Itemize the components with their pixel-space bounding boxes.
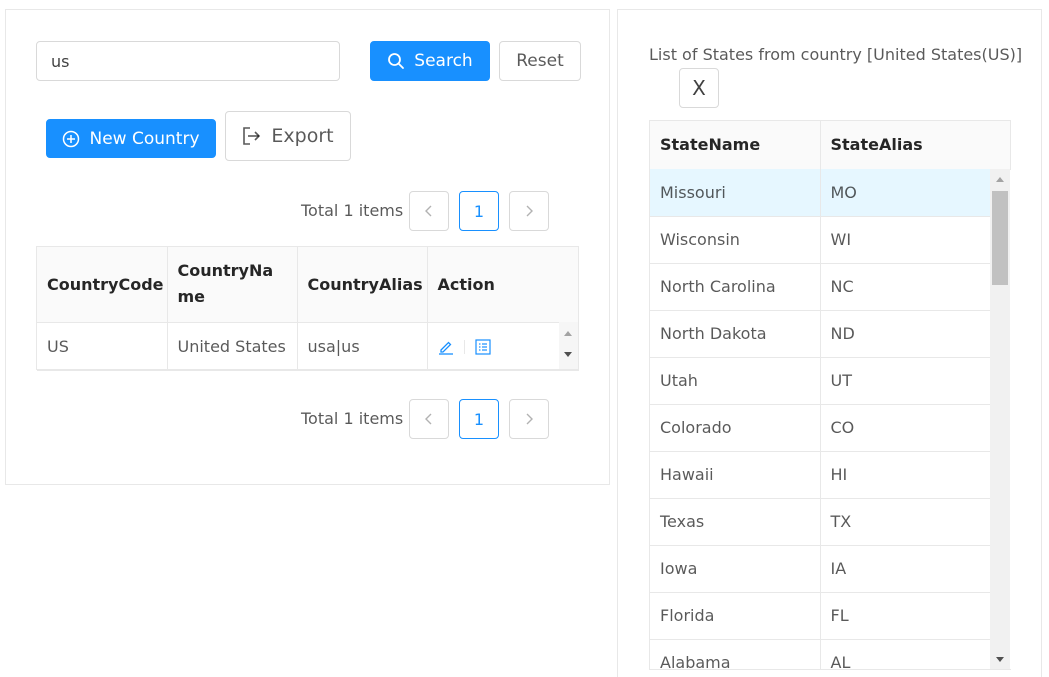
- table-row[interactable]: Alabama AL: [650, 639, 990, 669]
- export-button[interactable]: Export: [225, 111, 351, 161]
- cell-state-alias: AL: [820, 639, 990, 669]
- header-action: Action: [427, 247, 579, 323]
- cell-state-name: Colorado: [650, 404, 821, 452]
- chevron-right-icon: [526, 413, 533, 425]
- export-button-label: Export: [271, 125, 334, 147]
- search-icon: [388, 53, 405, 69]
- cell-action: [427, 322, 579, 371]
- pagination-next-bottom[interactable]: [509, 399, 549, 439]
- export-icon: [243, 127, 261, 145]
- table-row[interactable]: Iowa IA: [650, 545, 990, 593]
- scroll-up-icon[interactable]: [564, 331, 572, 336]
- cell-state-name: Alabama: [650, 639, 821, 669]
- reset-button-label: Reset: [516, 51, 564, 71]
- pagination-total-bottom: Total 1 items: [301, 409, 404, 428]
- cell-state-alias: ND: [820, 310, 990, 358]
- cell-state-name: Texas: [650, 498, 821, 546]
- cell-country-name: United States: [167, 322, 298, 371]
- chevron-left-icon: [425, 413, 432, 425]
- header-country-alias: CountryAlias: [297, 247, 428, 323]
- chevron-left-icon: [425, 205, 432, 217]
- cell-state-alias: FL: [820, 592, 990, 640]
- header-country-code: CountryCode: [37, 247, 168, 323]
- search-button-label: Search: [414, 51, 473, 71]
- cell-state-alias: UT: [820, 357, 990, 405]
- edit-icon[interactable]: [438, 339, 454, 355]
- close-states-button[interactable]: X: [679, 68, 719, 108]
- action-divider: [463, 340, 465, 354]
- cell-state-name: Iowa: [650, 545, 821, 593]
- scroll-thumb[interactable]: [992, 191, 1008, 285]
- cell-state-alias: CO: [820, 404, 990, 452]
- chevron-right-icon: [526, 205, 533, 217]
- states-table-scrollbar[interactable]: [990, 169, 1010, 669]
- pagination-page-top[interactable]: 1: [459, 191, 499, 231]
- cell-state-name: North Carolina: [650, 263, 821, 311]
- table-row[interactable]: Wisconsin WI: [650, 216, 990, 264]
- list-details-icon[interactable]: [474, 339, 491, 355]
- pagination-prev-bottom[interactable]: [409, 399, 449, 439]
- scroll-down-icon[interactable]: [564, 352, 572, 357]
- states-panel-title: List of States from country [United Stat…: [649, 45, 1023, 64]
- table-row[interactable]: Florida FL: [650, 592, 990, 640]
- cell-state-alias: NC: [820, 263, 990, 311]
- table-row[interactable]: Hawaii HI: [650, 451, 990, 499]
- header-state-alias: StateAlias: [820, 121, 1011, 170]
- cell-state-name: Hawaii: [650, 451, 821, 499]
- cell-country-code: US: [37, 322, 168, 371]
- cell-state-alias: IA: [820, 545, 990, 593]
- country-table-scrollbar[interactable]: [559, 322, 578, 369]
- table-row[interactable]: Missouri MO: [650, 169, 990, 217]
- states-table-header: StateName StateAlias: [650, 121, 1011, 170]
- cell-state-name: Wisconsin: [650, 216, 821, 264]
- reset-button[interactable]: Reset: [499, 41, 581, 81]
- new-country-button[interactable]: New Country: [46, 119, 216, 158]
- table-row[interactable]: North Dakota ND: [650, 310, 990, 358]
- states-table: StateName StateAlias Missouri MO Wiscons…: [649, 120, 1011, 670]
- table-row[interactable]: North Carolina NC: [650, 263, 990, 311]
- country-table: CountryCode CountryName CountryAlias Act…: [36, 246, 579, 371]
- pagination-page-bottom[interactable]: 1: [459, 399, 499, 439]
- cell-state-name: Utah: [650, 357, 821, 405]
- scroll-down-icon[interactable]: [996, 657, 1004, 662]
- country-table-header: CountryCode CountryName CountryAlias Act…: [37, 247, 579, 323]
- cell-state-alias: TX: [820, 498, 990, 546]
- states-panel: List of States from country [United Stat…: [617, 9, 1042, 677]
- cell-state-alias: HI: [820, 451, 990, 499]
- cell-country-alias: usa|us: [297, 322, 428, 371]
- table-row[interactable]: US United States usa|us: [37, 322, 579, 371]
- cell-state-alias: WI: [820, 216, 990, 264]
- header-state-name: StateName: [650, 121, 821, 170]
- cell-state-name: Florida: [650, 592, 821, 640]
- table-row[interactable]: Texas TX: [650, 498, 990, 546]
- pagination-prev-top[interactable]: [409, 191, 449, 231]
- cell-state-alias: MO: [820, 169, 990, 217]
- country-panel: Search Reset New Country Export Total 1 …: [5, 9, 610, 485]
- header-country-name: CountryName: [167, 247, 298, 323]
- cell-state-name: North Dakota: [650, 310, 821, 358]
- pagination-next-top[interactable]: [509, 191, 549, 231]
- plus-circle-icon: [63, 130, 80, 147]
- cell-state-name: Missouri: [650, 169, 821, 217]
- close-icon: X: [692, 76, 706, 100]
- table-row[interactable]: Utah UT: [650, 357, 990, 405]
- search-input[interactable]: [36, 41, 340, 81]
- search-button[interactable]: Search: [370, 41, 490, 81]
- pagination-total-top: Total 1 items: [301, 201, 404, 220]
- states-table-body[interactable]: Missouri MO Wisconsin WI North Carolina …: [650, 169, 990, 669]
- table-row[interactable]: Colorado CO: [650, 404, 990, 452]
- new-country-button-label: New Country: [89, 128, 200, 149]
- scroll-up-icon[interactable]: [996, 177, 1004, 182]
